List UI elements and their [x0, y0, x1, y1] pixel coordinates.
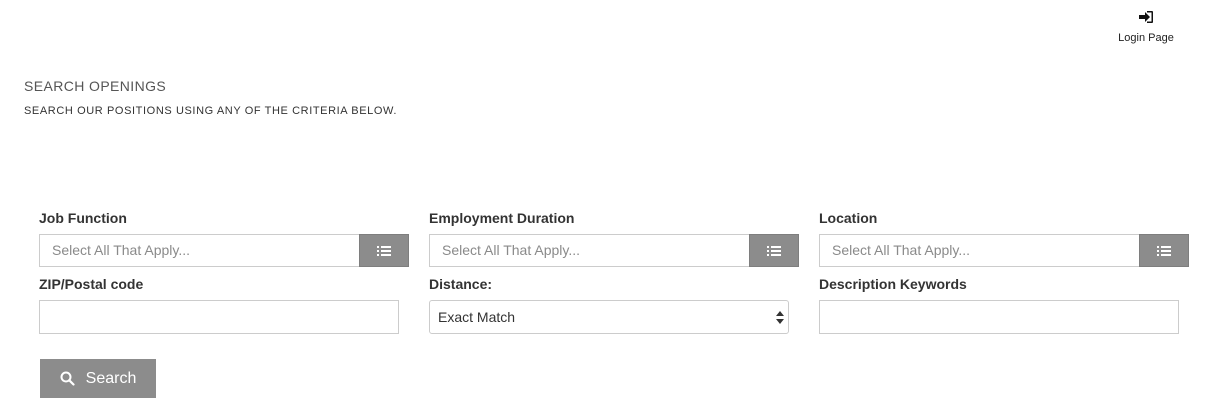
sort-arrows-icon — [776, 311, 784, 324]
search-icon — [60, 371, 75, 386]
location-multiselect: Select All That Apply... — [819, 234, 1189, 267]
distance-select[interactable]: Exact Match — [429, 300, 789, 334]
job-function-select[interactable]: Select All That Apply... — [39, 234, 359, 267]
zip-field: ZIP/Postal code — [39, 267, 399, 334]
keywords-field: Description Keywords — [819, 267, 1179, 334]
employment-duration-field: Employment Duration Select All That Appl… — [429, 209, 799, 267]
location-list-button[interactable] — [1139, 234, 1189, 267]
location-label: Location — [819, 210, 878, 226]
job-function-list-button[interactable] — [359, 234, 409, 267]
login-page-label: Login Page — [1118, 32, 1174, 44]
distance-label: Distance: — [429, 276, 493, 292]
location-field: Location Select All That Apply... — [819, 209, 1189, 267]
zip-input[interactable] — [39, 300, 399, 334]
page-subtitle: SEARCH OUR POSITIONS USING ANY OF THE CR… — [24, 105, 398, 117]
search-form: Job Function Select All That Apply... Em… — [39, 209, 1189, 334]
list-icon — [1157, 245, 1171, 256]
keywords-input[interactable] — [819, 300, 1179, 334]
job-function-field: Job Function Select All That Apply... — [39, 209, 409, 267]
list-icon — [377, 245, 391, 256]
list-icon — [767, 245, 781, 256]
search-button[interactable]: Search — [40, 359, 156, 398]
job-function-multiselect: Select All That Apply... — [39, 234, 409, 267]
employment-duration-label: Employment Duration — [429, 210, 575, 226]
job-function-label: Job Function — [39, 210, 127, 226]
zip-label: ZIP/Postal code — [39, 276, 144, 292]
employment-duration-select[interactable]: Select All That Apply... — [429, 234, 749, 267]
employment-duration-list-button[interactable] — [749, 234, 799, 267]
page-title: SEARCH OPENINGS — [24, 78, 167, 94]
search-button-label: Search — [85, 369, 137, 387]
keywords-label: Description Keywords — [819, 276, 967, 292]
employment-duration-multiselect: Select All That Apply... — [429, 234, 799, 267]
login-page-link[interactable]: Login Page — [1116, 10, 1176, 46]
distance-field: Distance: Exact Match — [429, 267, 789, 334]
distance-selected-value: Exact Match — [438, 309, 516, 325]
location-select[interactable]: Select All That Apply... — [819, 234, 1139, 267]
sign-in-icon — [1139, 11, 1153, 23]
